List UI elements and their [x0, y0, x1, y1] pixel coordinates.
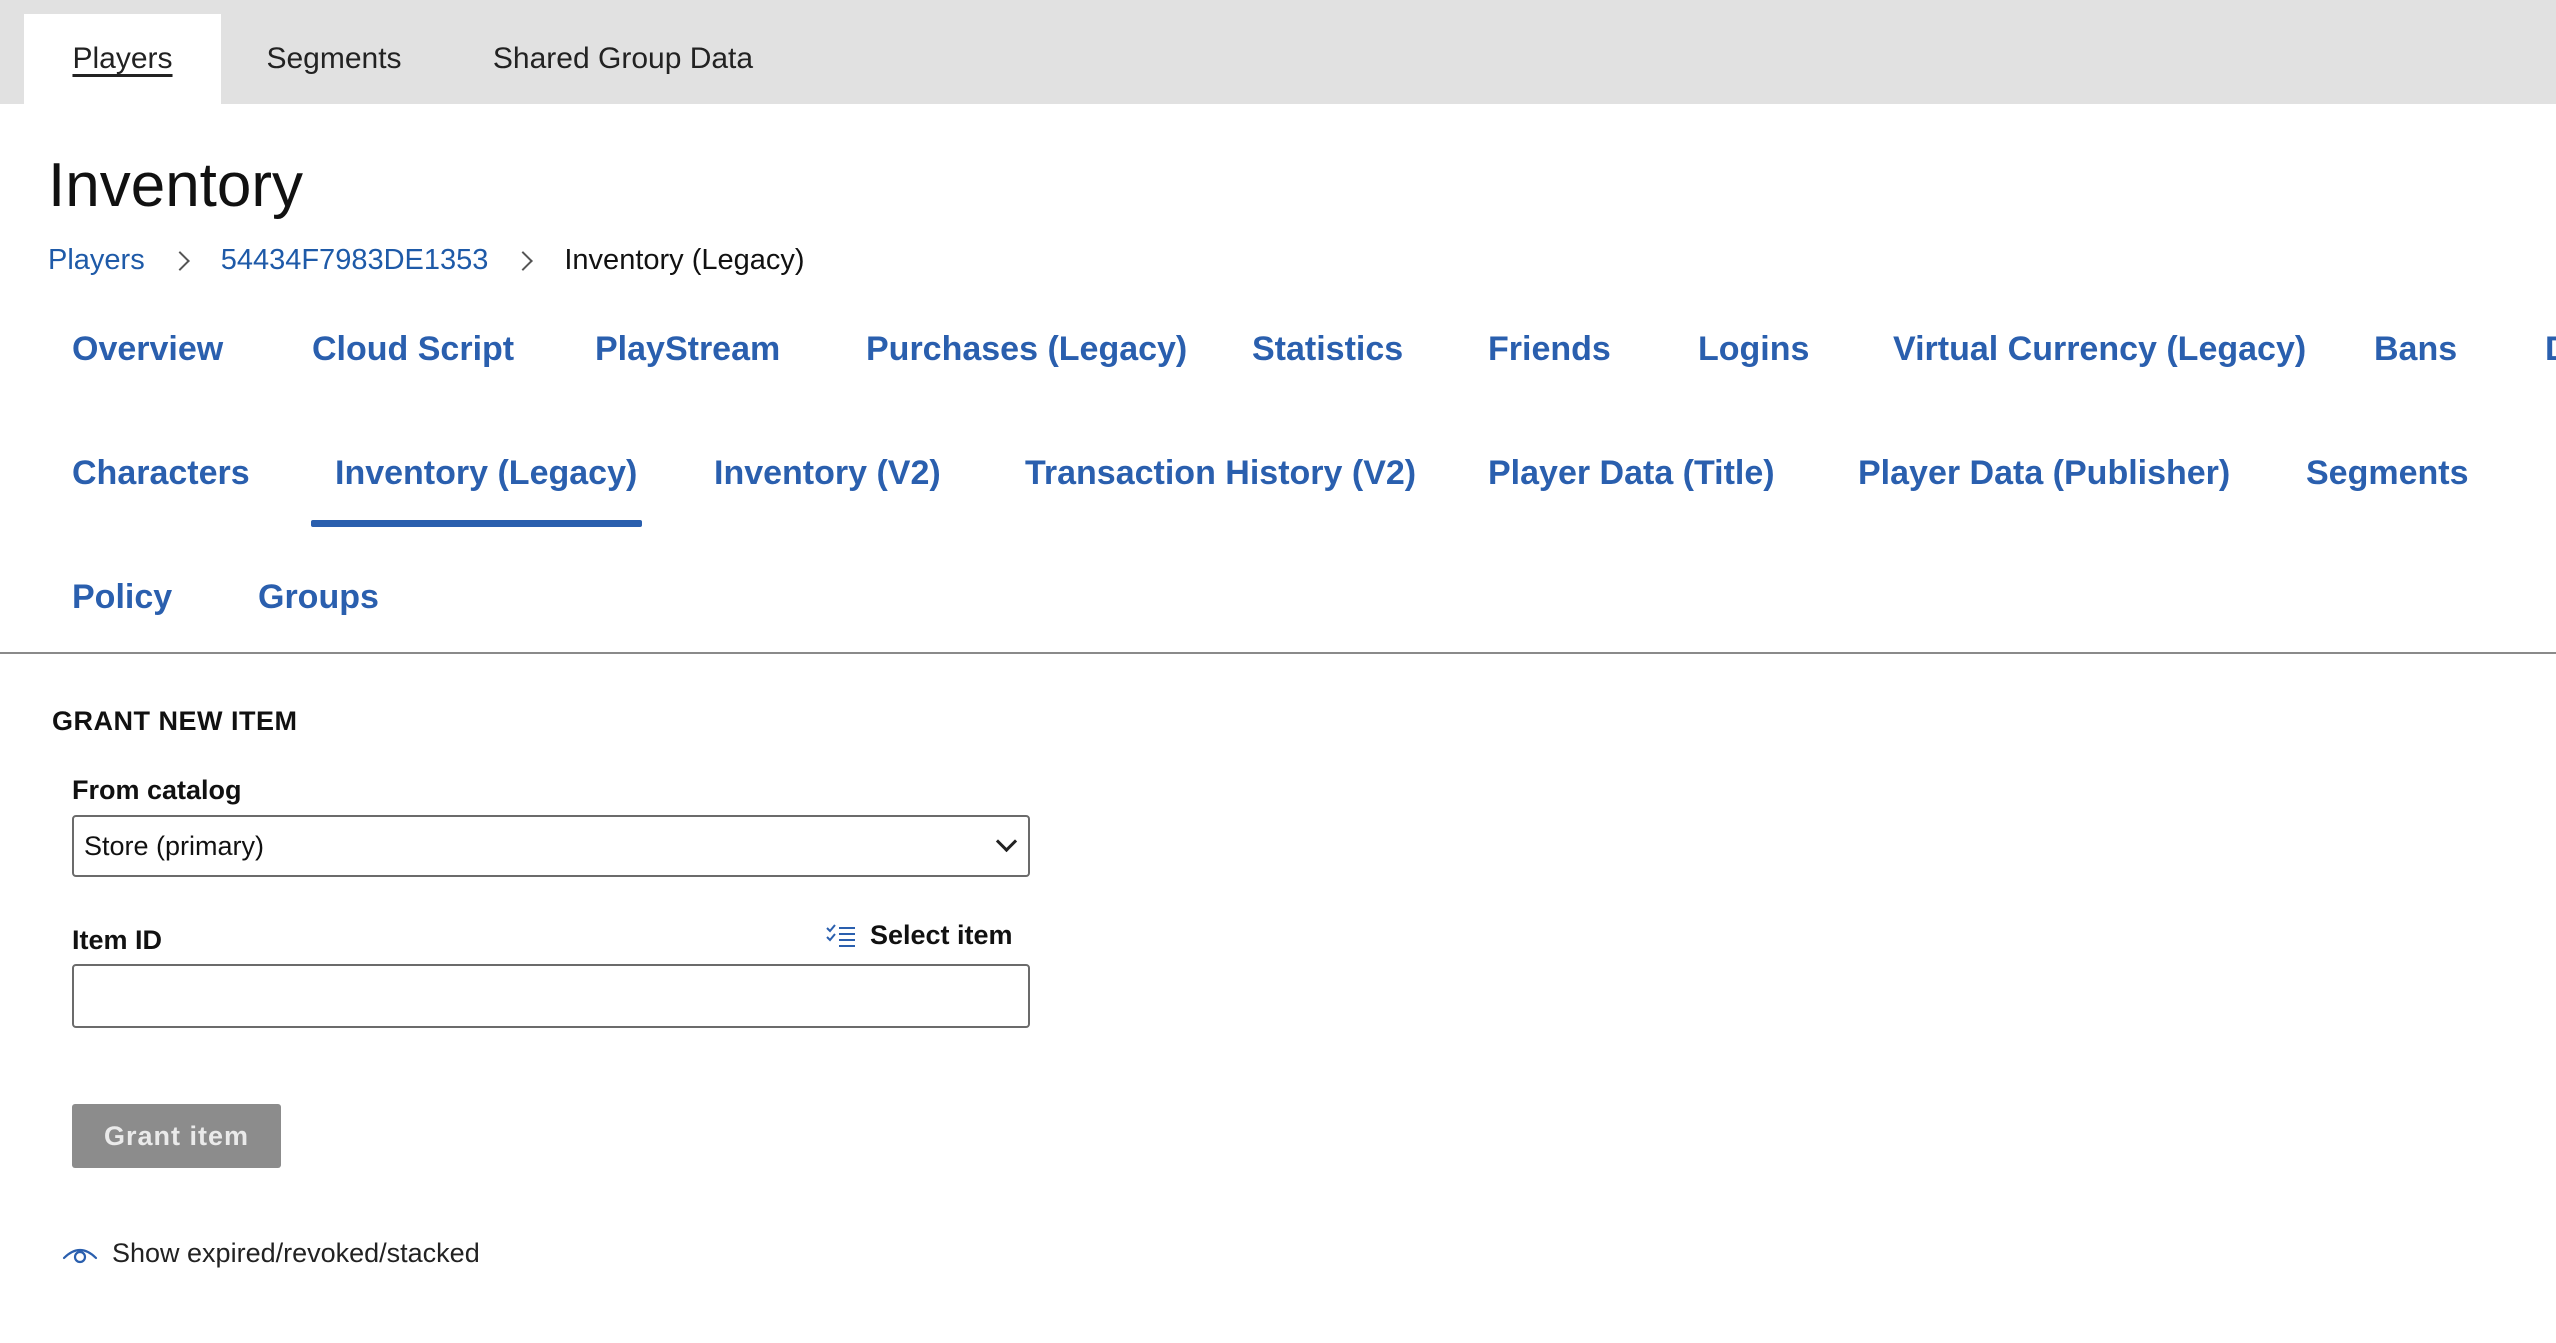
tab-groups[interactable]: Groups [258, 578, 379, 617]
grant-item-button[interactable]: Grant item [72, 1104, 281, 1168]
catalog-label: From catalog [72, 775, 242, 805]
checklist-icon [826, 923, 855, 947]
tab-bans[interactable]: Bans [2374, 330, 2457, 369]
tab-player-data-publisher[interactable]: Player Data (Publisher) [1858, 454, 2230, 493]
active-tab-indicator [311, 520, 642, 527]
chevron-down-icon [995, 830, 1018, 853]
tab-statistics[interactable]: Statistics [1252, 330, 1403, 369]
top-tab-players[interactable]: Players [24, 14, 221, 104]
eye-icon [62, 1248, 98, 1263]
page-title: Inventory [48, 151, 304, 220]
tab-inventory-legacy[interactable]: Inventory (Legacy) [335, 454, 637, 493]
tab-truncated[interactable]: D [2545, 330, 2556, 369]
top-tab-segments[interactable]: Segments [232, 14, 436, 104]
item-id-input[interactable] [72, 964, 1030, 1028]
top-nav-bar: Players Segments Shared Group Data [0, 0, 2556, 104]
catalog-select-value: Store (primary) [84, 830, 265, 861]
chevron-right-icon [513, 250, 534, 271]
tab-friends[interactable]: Friends [1488, 330, 1611, 369]
item-id-label: Item ID [72, 925, 163, 955]
chevron-right-icon [169, 250, 190, 271]
breadcrumb-current: Inventory (Legacy) [564, 244, 805, 276]
tabs-divider [0, 652, 2556, 654]
tab-characters[interactable]: Characters [72, 454, 250, 493]
tab-logins[interactable]: Logins [1698, 330, 1809, 369]
tab-overview[interactable]: Overview [72, 330, 223, 369]
grant-section-title: GRANT NEW ITEM [52, 706, 298, 736]
breadcrumb-players-link[interactable]: Players [48, 244, 145, 277]
breadcrumb-player-id-link[interactable]: 54434F7983DE1353 [221, 244, 489, 277]
tab-virtual-currency-legacy[interactable]: Virtual Currency (Legacy) [1893, 330, 2306, 369]
tab-cloud-script[interactable]: Cloud Script [312, 330, 514, 369]
top-tab-shared-group-data[interactable]: Shared Group Data [470, 14, 776, 104]
show-expired-label: Show expired/revoked/stacked [112, 1238, 480, 1268]
show-expired-toggle[interactable]: Show expired/revoked/stacked [62, 1238, 480, 1269]
tab-purchases-legacy[interactable]: Purchases (Legacy) [866, 330, 1187, 369]
breadcrumb: Players 54434F7983DE1353 Inventory (Lega… [48, 244, 805, 277]
tab-player-data-title[interactable]: Player Data (Title) [1488, 454, 1775, 493]
select-item-label: Select item [870, 920, 1013, 950]
select-item-button[interactable]: Select item [826, 920, 1013, 951]
tab-playstream[interactable]: PlayStream [595, 330, 780, 369]
tab-policy[interactable]: Policy [72, 578, 172, 617]
tab-segments[interactable]: Segments [2306, 454, 2469, 493]
catalog-select[interactable]: Store (primary) [72, 815, 1030, 877]
tab-inventory-v2[interactable]: Inventory (V2) [714, 454, 941, 493]
tab-transaction-history-v2[interactable]: Transaction History (V2) [1025, 454, 1416, 493]
